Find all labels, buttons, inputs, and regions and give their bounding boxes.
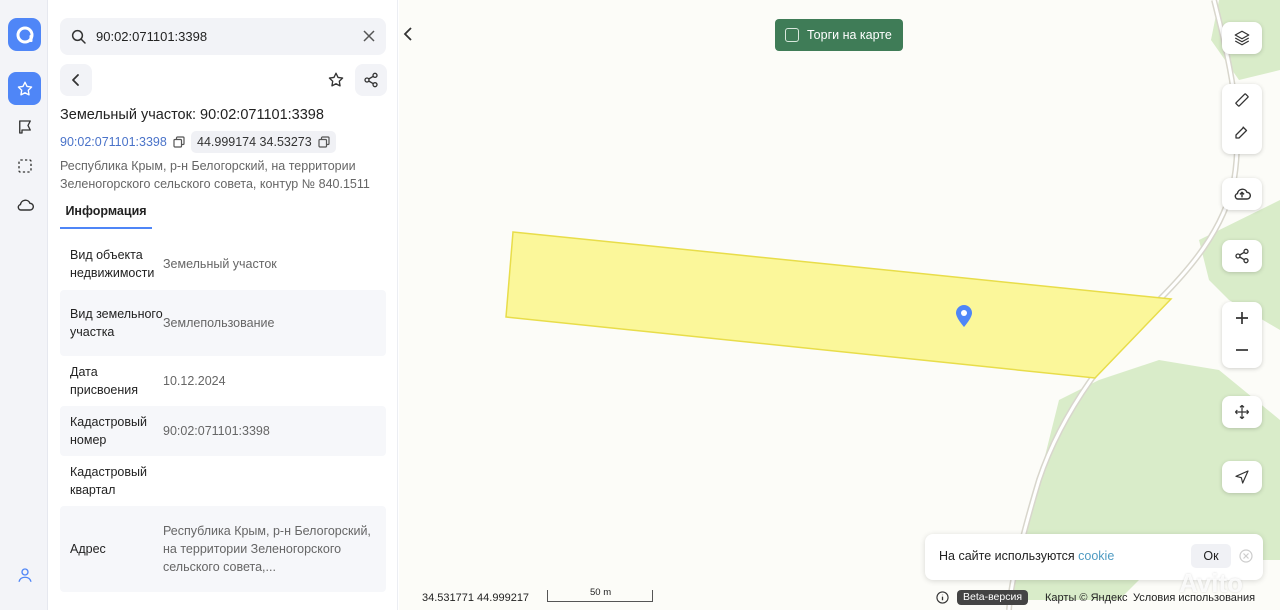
chevron-left-icon[interactable] xyxy=(399,22,417,46)
close-icon[interactable] xyxy=(360,27,378,45)
cadastral-number-link[interactable]: 90:02:071101:3398 xyxy=(60,131,191,153)
cookie-message: На сайте используются xyxy=(939,549,1079,563)
cadastral-number-text[interactable]: 90:02:071101:3398 xyxy=(60,135,167,149)
property-value: 90:02:071101:3398 xyxy=(163,424,270,438)
move-icon[interactable] xyxy=(1222,396,1262,428)
copy-icon[interactable] xyxy=(173,136,185,148)
property-row: Адрес Республика Крым, р-н Белогорский, … xyxy=(60,506,386,592)
property-key: Вид земельного участка xyxy=(70,307,163,339)
geolocation-control[interactable] xyxy=(1222,461,1262,493)
scale-label: 50 m xyxy=(590,587,612,598)
selection-icon[interactable] xyxy=(8,149,41,182)
property-value: Землепользование xyxy=(163,316,275,330)
edit-icon[interactable] xyxy=(1222,116,1262,148)
minus-icon[interactable] xyxy=(1222,334,1262,366)
map-flag-icon[interactable] xyxy=(8,110,41,143)
navigate-icon[interactable] xyxy=(1222,461,1262,493)
coordinates-text: 44.999174 34.53273 xyxy=(197,135,312,149)
info-icon[interactable] xyxy=(936,591,949,604)
properties-table: Вид объекта недвижимости Земельный участ… xyxy=(60,238,386,592)
layers-control[interactable] xyxy=(1222,22,1262,54)
scale-bar: 50 m xyxy=(547,587,653,602)
location-pin-icon[interactable] xyxy=(955,304,973,333)
user-icon[interactable] xyxy=(8,558,41,591)
cursor-coordinates: 34.531771 44.999217 xyxy=(422,592,530,604)
map-canvas[interactable] xyxy=(399,0,1280,610)
layers-icon[interactable] xyxy=(1222,22,1262,54)
land-parcel[interactable] xyxy=(505,231,1173,379)
cloud-icon[interactable] xyxy=(8,188,41,221)
share-icon[interactable] xyxy=(1222,240,1262,272)
copy-icon[interactable] xyxy=(318,136,330,148)
favorites-star-icon[interactable] xyxy=(8,72,41,105)
property-value: Земельный участок xyxy=(163,257,277,271)
object-info-panel: Земельный участок: 90:02:071101:3398 90:… xyxy=(48,0,398,610)
property-key: Дата присвоения xyxy=(70,365,139,397)
logo-icon[interactable] xyxy=(8,18,41,51)
beta-badge: Beta-версия xyxy=(957,590,1029,605)
property-row: Дата присвоения 10.12.2024 xyxy=(60,356,386,406)
left-rail xyxy=(0,0,48,610)
property-row: Кадастровый квартал xyxy=(60,456,386,506)
share-control[interactable] xyxy=(1222,240,1262,272)
share-icon[interactable] xyxy=(355,64,387,96)
auctions-toggle-button[interactable]: Торги на карте xyxy=(775,19,903,51)
property-row: Вид земельного участка Землепользование xyxy=(60,290,386,356)
zoom-control[interactable] xyxy=(1222,302,1262,368)
auctions-label: Торги на карте xyxy=(807,28,892,42)
map-footer: 34.531771 44.999217 50 m Beta-версия Кар… xyxy=(399,587,1280,610)
move-control[interactable] xyxy=(1222,396,1262,428)
close-icon[interactable] xyxy=(1239,549,1253,563)
plus-icon[interactable] xyxy=(1222,302,1262,334)
property-value: Республика Крым, р-н Белогорский, на тер… xyxy=(163,524,371,574)
property-key: Адрес xyxy=(70,542,106,556)
page-title: Земельный участок: 90:02:071101:3398 xyxy=(60,107,324,123)
upload-cloud-icon[interactable] xyxy=(1222,178,1262,210)
upload-control[interactable] xyxy=(1222,178,1262,210)
yandex-maps-credit[interactable]: Карты © Яндекс xyxy=(1045,592,1128,604)
object-address: Республика Крым, р-н Белогорский, на тер… xyxy=(60,159,370,191)
property-value: 10.12.2024 xyxy=(163,374,226,388)
cookie-link[interactable]: cookie xyxy=(1078,549,1114,563)
search-icon xyxy=(68,26,90,48)
avito-watermark: Avito xyxy=(1179,568,1244,598)
cookie-ok-button[interactable]: Ок xyxy=(1191,544,1231,568)
property-key: Кадастровый номер xyxy=(70,415,147,447)
property-row: Вид объекта недвижимости Земельный участ… xyxy=(60,238,386,290)
search-bar[interactable] xyxy=(60,18,386,55)
property-key: Кадастровый квартал xyxy=(70,465,147,497)
star-icon[interactable] xyxy=(320,64,352,96)
draw-tools-control[interactable] xyxy=(1222,84,1262,154)
property-key: Вид объекта недвижимости xyxy=(70,248,155,280)
tab-information[interactable]: Информация xyxy=(60,201,152,229)
back-icon[interactable] xyxy=(60,64,92,96)
property-row: Кадастровый номер 90:02:071101:3398 xyxy=(60,406,386,456)
search-input[interactable] xyxy=(96,29,346,44)
ruler-icon[interactable] xyxy=(1222,84,1262,116)
cookie-text: На сайте используются cookie xyxy=(939,549,1114,563)
auctions-checkbox[interactable] xyxy=(785,28,799,42)
coordinates-chip[interactable]: 44.999174 34.53273 xyxy=(191,131,336,153)
map-area[interactable]: Торги на карте На сайте используются coo… xyxy=(399,0,1280,610)
